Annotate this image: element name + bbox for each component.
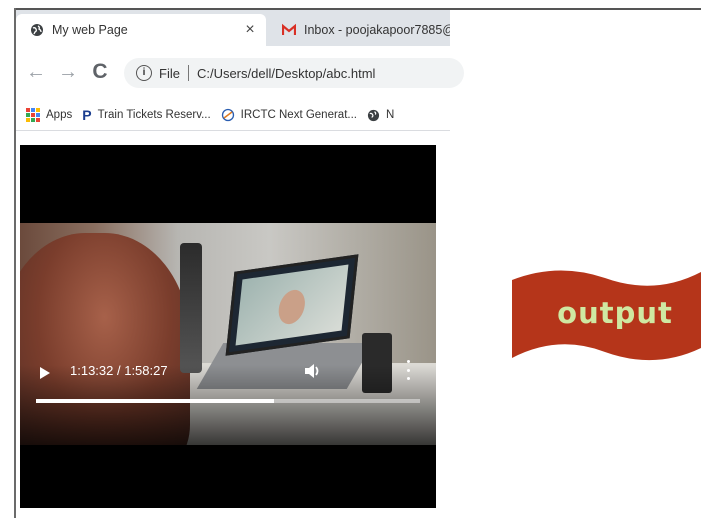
bookmark-irctc[interactable]: IRCTC Next Generat... — [221, 108, 357, 122]
tab-title: Inbox - poojakapoor7885@ — [304, 23, 450, 37]
globe-icon — [31, 24, 43, 36]
gmail-icon — [282, 23, 296, 35]
bookmark-n[interactable]: N — [367, 109, 394, 122]
tab-my-web-page[interactable]: My web Page × — [16, 14, 266, 46]
bookmark-train-tickets[interactable]: P Train Tickets Reserv... — [82, 107, 210, 123]
bookmark-label: Apps — [46, 109, 73, 121]
output-ribbon: output — [510, 266, 701, 362]
url-text: C:/Users/dell/Desktop/abc.html — [196, 65, 376, 81]
p-letter-icon: P — [82, 107, 92, 123]
bookmarks-bar: Apps P Train Tickets Reserv... IRCTC Nex… — [16, 100, 450, 131]
output-label: output — [557, 296, 673, 330]
seek-bar-played — [36, 399, 275, 403]
video-player[interactable]: 1:13:32 / 1:58:27 — [20, 145, 436, 508]
address-separator — [187, 65, 189, 81]
more-options-icon[interactable] — [405, 360, 411, 380]
apps-grid-icon — [26, 108, 40, 122]
tab-title: My web Page — [52, 23, 128, 37]
play-icon[interactable] — [40, 367, 50, 379]
reload-button[interactable]: C — [88, 60, 112, 84]
volume-icon[interactable] — [303, 361, 323, 381]
bookmark-apps[interactable]: Apps — [26, 108, 72, 122]
info-icon[interactable]: i — [136, 65, 152, 81]
address-bar[interactable]: i File C:/Users/dell/Desktop/abc.html — [124, 58, 464, 88]
tab-inbox[interactable]: Inbox - poojakapoor7885@ — [268, 14, 450, 46]
time-display: 1:13:32 / 1:58:27 — [70, 363, 168, 378]
back-button[interactable]: ← — [24, 60, 48, 84]
globe-icon — [367, 109, 380, 121]
forward-button[interactable]: → — [56, 60, 80, 84]
seek-bar[interactable] — [36, 399, 420, 403]
irctc-icon — [221, 108, 234, 122]
close-tab-icon[interactable]: × — [240, 21, 260, 39]
bookmark-label: N — [385, 109, 395, 121]
bookmark-label: Train Tickets Reserv... — [97, 109, 211, 121]
bookmark-label: IRCTC Next Generat... — [240, 109, 357, 121]
browser-toolbar: ← → C i File C:/Users/dell/Desktop/abc.h… — [16, 46, 464, 100]
scheme-label: File — [159, 65, 180, 81]
tab-strip: My web Page × Inbox - poojakapoor7885@ — [16, 10, 450, 46]
